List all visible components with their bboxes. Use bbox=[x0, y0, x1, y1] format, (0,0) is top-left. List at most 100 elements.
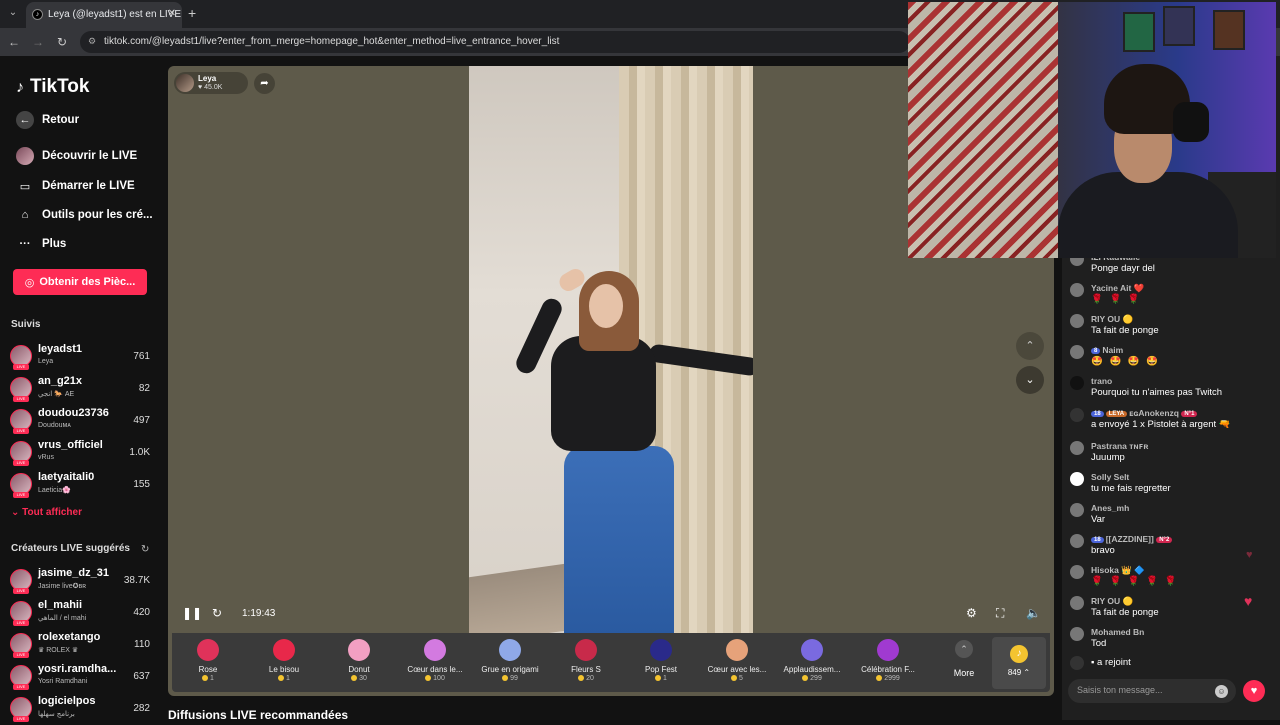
previous-live-chevron-up-icon[interactable]: ⌃ bbox=[1016, 332, 1044, 360]
chat-username[interactable]: Pastrana ᴛɴꜰʀ bbox=[1091, 441, 1148, 452]
gift-item[interactable]: Donut 30 bbox=[323, 637, 395, 691]
account-name: yosri.ramdha... bbox=[38, 663, 117, 675]
chat-text: Tod bbox=[1091, 638, 1107, 649]
following-account[interactable]: LIVE leyadst1 Leya 761 bbox=[10, 343, 152, 373]
show-all-link[interactable]: ⌄ Tout afficher bbox=[11, 507, 82, 518]
get-coins-button[interactable]: ◎ Obtenir des Pièc... bbox=[13, 269, 147, 295]
refresh-icon[interactable]: ↻ bbox=[141, 544, 149, 555]
viewer-count: 1.0K bbox=[129, 447, 150, 458]
account-nickname: Laeticia🌸 bbox=[38, 487, 71, 494]
tiktok-favicon-icon: ♪ bbox=[32, 9, 43, 20]
reload-icon[interactable]: ↻ bbox=[54, 34, 70, 50]
live-badge: LIVE bbox=[13, 460, 29, 466]
host-chip[interactable]: Leya ♥ 45.0K bbox=[174, 72, 248, 94]
chat-username[interactable]: Anes_mh bbox=[1091, 503, 1129, 513]
like-heart-icon[interactable]: ♥ bbox=[1243, 680, 1265, 702]
emoji-icon[interactable]: ☺ bbox=[1215, 685, 1228, 698]
share-icon[interactable]: ➦ bbox=[254, 73, 275, 94]
rank-badge: N°1 bbox=[1181, 411, 1198, 417]
tab-search-icon[interactable]: ⌄ bbox=[4, 4, 22, 22]
gift-item[interactable]: Rose 1 bbox=[172, 637, 244, 691]
gift-item[interactable]: Grue en origami 99 bbox=[474, 637, 546, 691]
suggested-account[interactable]: LIVE el_mahii الماهي / el mahi 420 bbox=[10, 599, 152, 629]
gift-kiss-icon bbox=[273, 639, 295, 661]
home-icon: ⌂ bbox=[21, 209, 29, 221]
back-arrow-icon[interactable]: ← bbox=[6, 34, 22, 50]
webcam-wall-frame bbox=[1213, 10, 1245, 50]
avatar bbox=[1070, 534, 1084, 548]
following-account[interactable]: LIVE doudou23736 Doudouᴍᴀ 497 bbox=[10, 407, 152, 437]
gift-item[interactable]: Le bisou 1 bbox=[248, 637, 320, 691]
chat-username[interactable]: RIY OU 🟡 bbox=[1091, 596, 1133, 607]
gift-item[interactable]: Applaudissem... 299 bbox=[776, 637, 848, 691]
suggested-account[interactable]: LIVE yosri.ramdha... Yosri Ramdhani 637 bbox=[10, 663, 152, 693]
more-gifts-button[interactable]: ⌃ More bbox=[940, 637, 988, 678]
gift-price: 1 bbox=[172, 675, 244, 682]
url-field[interactable]: ⚙ tiktok.com/@leyadst1/live?enter_from_m… bbox=[80, 31, 910, 53]
chat-username[interactable]: 8 Naim bbox=[1091, 345, 1123, 355]
gift-item[interactable]: Fleurs S 20 bbox=[550, 637, 622, 691]
tiktok-logo[interactable]: ♪ TikTok bbox=[16, 76, 89, 98]
suggested-account[interactable]: LIVE rolexetango ♛ ROLEX ♛ 110 bbox=[10, 631, 152, 661]
next-live-chevron-down-icon[interactable]: ⌄ bbox=[1016, 366, 1044, 394]
account-name: vrus_officiel bbox=[38, 439, 103, 451]
nav-label: Plus bbox=[42, 238, 67, 250]
account-nickname: الماهي / el mahi bbox=[38, 615, 87, 622]
fullscreen-icon[interactable]: ⛶ bbox=[996, 606, 1004, 621]
more-icon: ··· bbox=[19, 238, 31, 250]
gift-bar: Rose 1 Le bisou 1 Donut 30 Cœur dans le... 1… bbox=[172, 633, 1050, 692]
following-account[interactable]: LIVE vrus_officiel vRus 1.0K bbox=[10, 439, 152, 469]
nav-start-live[interactable]: ▭ Démarrer le LIVE bbox=[16, 174, 135, 198]
webcam-person-body bbox=[1058, 172, 1238, 258]
chat-text: Juuump bbox=[1091, 452, 1125, 463]
chat-username[interactable]: Hisoka 👑 🔷 bbox=[1091, 565, 1145, 576]
gift-flowers-icon bbox=[575, 639, 597, 661]
following-account[interactable]: LIVE an_g21x انجي 🐎 AE 82 bbox=[10, 375, 152, 405]
chat-input[interactable]: Saisis ton message... bbox=[1068, 679, 1236, 703]
chat-username[interactable]: RIY OU 🟡 bbox=[1091, 314, 1133, 325]
chat-username[interactable]: Solly Selt bbox=[1091, 472, 1129, 482]
back-link[interactable]: ← Retour bbox=[16, 108, 79, 132]
forward-arrow-icon[interactable]: → bbox=[30, 34, 46, 50]
get-coins-label: Obtenir des Pièc... bbox=[39, 276, 136, 288]
gift-price: 100 bbox=[399, 675, 471, 682]
nav-label: Démarrer le LIVE bbox=[42, 180, 135, 192]
gift-item[interactable]: Pop Fest 1 bbox=[625, 637, 697, 691]
account-name: rolexetango bbox=[38, 631, 101, 643]
refresh-icon[interactable]: ↻ bbox=[212, 606, 222, 620]
site-info-icon[interactable]: ⚙ bbox=[88, 36, 96, 47]
close-tab-icon[interactable]: ✕ bbox=[168, 8, 176, 19]
gift-item[interactable]: Cœur dans le... 100 bbox=[399, 637, 471, 691]
gift-item[interactable]: Célébration F... 2999 bbox=[852, 637, 924, 691]
gift-name: Rose bbox=[198, 665, 218, 674]
live-video[interactable] bbox=[469, 66, 753, 633]
chat-username[interactable]: 18 [[AZZDINE]] N°2 bbox=[1091, 534, 1174, 544]
gift-rose-icon bbox=[197, 639, 219, 661]
following-account[interactable]: LIVE laetyaitali0 Laeticia🌸 155 bbox=[10, 471, 152, 501]
coin-wallet-button[interactable]: ♪ 849 ⌃ bbox=[992, 637, 1046, 689]
browser-tab[interactable]: ♪ Leya (@leyadst1) est en LIVE ✕ bbox=[26, 2, 182, 28]
gift-item[interactable]: Cœur avec les... 5 bbox=[701, 637, 773, 691]
chat-username[interactable]: Yacine Ait ❤️ bbox=[1091, 283, 1144, 294]
chat-text: bravo bbox=[1091, 545, 1115, 556]
gift-price: 5 bbox=[701, 675, 773, 682]
settings-icon[interactable]: ⚙ bbox=[966, 606, 977, 620]
chat-username[interactable]: 18 LEYA ᴇɢAnokenzq N°1 bbox=[1091, 408, 1199, 418]
live-badge: LIVE bbox=[13, 620, 29, 626]
live-badge: LIVE bbox=[13, 492, 29, 498]
volume-icon[interactable]: 🔈 bbox=[1026, 606, 1041, 620]
live-badge: LIVE bbox=[13, 428, 29, 434]
new-tab-icon[interactable]: + bbox=[188, 5, 196, 21]
suggested-account[interactable]: LIVE logicielpos برنامج سهلها 282 bbox=[10, 695, 152, 725]
nav-discover-live[interactable]: Découvrir le LIVE bbox=[16, 144, 137, 168]
chat-text: Pourquoi tu n'aimes pas Twitch bbox=[1091, 387, 1223, 398]
nav-creator-tools[interactable]: ⌂ Outils pour les cré... bbox=[16, 203, 153, 227]
viewer-count: 38.7K bbox=[123, 575, 150, 586]
chat-username[interactable]: trano bbox=[1091, 376, 1112, 386]
chat-text: 🌹 🌹 🌹 🌹 🌹 bbox=[1091, 576, 1179, 587]
pause-icon[interactable]: ❚❚ bbox=[182, 606, 202, 620]
chat-username[interactable]: Mohamed Bn bbox=[1091, 627, 1144, 637]
suggested-account[interactable]: LIVE jasime_dz_31 Jasime live✪ʙʀ 38.7K bbox=[10, 567, 152, 597]
following-title: Suivis bbox=[11, 319, 41, 330]
nav-more[interactable]: ··· Plus bbox=[16, 232, 67, 256]
